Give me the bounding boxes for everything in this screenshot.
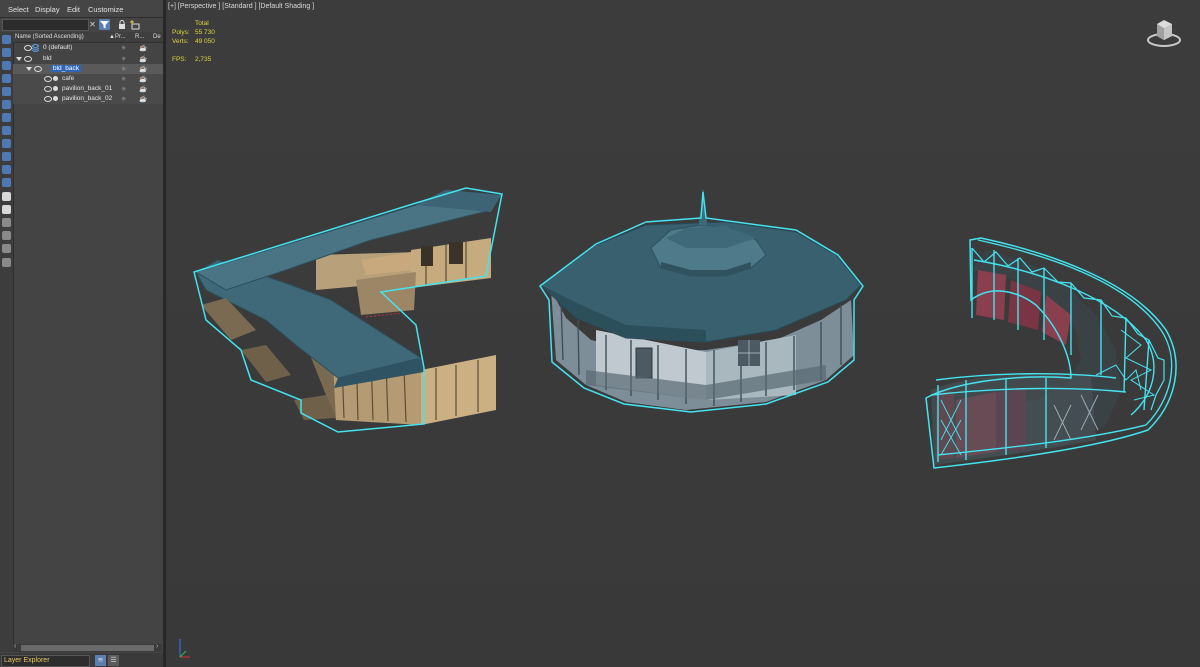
tree-row-object-pavilion-back-02[interactable]: pavilion_back_02 ✳ ☕	[13, 94, 163, 104]
tree-row-label: 0 (default)	[43, 44, 73, 51]
pavilion-back-01-model[interactable]	[538, 190, 864, 413]
display-invert-icon[interactable]	[2, 205, 11, 214]
sort-by-hierarchy-icon[interactable]: ☰	[108, 655, 119, 666]
object-dot-icon	[53, 86, 58, 91]
tree-row-label: cafe	[62, 75, 75, 82]
display-shapes-icon[interactable]	[2, 61, 11, 70]
display-xrefs-icon[interactable]	[2, 139, 11, 148]
column-primary[interactable]: Pr...	[115, 34, 126, 40]
explorer-toolbar	[0, 32, 14, 652]
snowflake-icon[interactable]: ✳	[121, 55, 126, 63]
tree-row-label: pavilion_back_02	[62, 95, 113, 102]
display-lights-icon[interactable]	[2, 74, 11, 83]
sync-selection-icon[interactable]	[2, 218, 11, 227]
eye-icon[interactable]	[24, 56, 32, 62]
display-frozen-icon[interactable]	[2, 178, 11, 187]
tree-row-object-pavilion-back-01[interactable]: pavilion_back_01 ✳ ☕	[13, 84, 163, 94]
teapot-icon[interactable]: ☕	[139, 95, 147, 103]
viewcube-icon[interactable]	[1146, 18, 1182, 50]
tree-row-object-cafe[interactable]: cafe ✳ ☕	[13, 74, 163, 84]
display-bones-icon[interactable]	[2, 152, 11, 161]
cafe-model[interactable]	[193, 187, 503, 433]
teapot-icon[interactable]: ☕	[139, 75, 147, 83]
column-name[interactable]: Name (Sorted Ascending)	[15, 34, 84, 40]
add-layer-icon[interactable]	[129, 19, 140, 30]
tree-row-label: bld	[43, 55, 52, 62]
tree-row-label: pavilion_back_01	[62, 85, 113, 92]
scene-render[interactable]	[166, 0, 1200, 667]
close-icon[interactable]: ✕	[87, 19, 98, 30]
tree-row-label: bld_back	[51, 65, 82, 72]
snowflake-icon[interactable]: ✳	[121, 44, 126, 52]
display-spacewarps-icon[interactable]	[2, 113, 11, 122]
eye-icon[interactable]	[34, 66, 42, 72]
lock-icon[interactable]	[116, 19, 127, 30]
display-cameras-icon[interactable]	[2, 87, 11, 96]
object-dot-icon	[53, 76, 58, 81]
scroll-right-icon[interactable]: ›	[156, 643, 158, 650]
search-input[interactable]	[2, 19, 89, 31]
pavilion-back-02-model[interactable]	[925, 237, 1177, 469]
display-geometry-icon[interactable]	[2, 48, 11, 57]
tree-row-layer-bld-back[interactable]: bld_back ✳ ☕	[13, 64, 163, 74]
menu-edit[interactable]: Edit	[67, 5, 80, 14]
scene-explorer-panel: Select Display Edit Customize ✕ Name (So…	[0, 0, 164, 667]
snowflake-icon[interactable]: ✳	[121, 75, 126, 83]
perspective-viewport[interactable]: [+] [Perspective ] [Standard ] [Default …	[166, 0, 1200, 667]
tree-row-layer-default[interactable]: 0 (default) ✳ ☕	[13, 43, 163, 53]
display-all-icon[interactable]	[2, 192, 11, 201]
eye-icon[interactable]	[44, 96, 52, 102]
column-render[interactable]: R...	[135, 34, 144, 40]
explorer-footer: Layer Explorer ≋ ☰	[0, 653, 163, 667]
column-display[interactable]: De	[153, 34, 161, 40]
filter-icon[interactable]	[2, 244, 11, 253]
object-dot-icon	[53, 96, 58, 101]
layer-tree: Name (Sorted Ascending) ▲ Pr... R... De …	[13, 32, 163, 642]
search-row: ✕	[0, 17, 163, 32]
column-header-row: Name (Sorted Ascending) ▲ Pr... R... De	[13, 32, 163, 43]
menu-display[interactable]: Display	[35, 5, 60, 14]
eye-icon[interactable]	[44, 86, 52, 92]
display-helpers-icon[interactable]	[2, 100, 11, 109]
snowflake-icon[interactable]: ✳	[121, 65, 126, 73]
display-containers-icon[interactable]	[2, 165, 11, 174]
layer-stack-icon	[32, 44, 39, 52]
snowflake-icon[interactable]: ✳	[121, 85, 126, 93]
teapot-icon[interactable]: ☕	[139, 85, 147, 93]
menu-customize[interactable]: Customize	[88, 5, 123, 14]
eye-icon[interactable]	[24, 45, 32, 51]
hierarchy-icon[interactable]	[2, 231, 11, 240]
triangle-down-icon[interactable]	[26, 67, 32, 71]
tree-row-layer-bld[interactable]: bld ✳ ☕	[13, 54, 163, 64]
menu-select[interactable]: Select	[8, 5, 29, 14]
teapot-icon[interactable]: ☕	[139, 65, 147, 73]
horizontal-scrollbar[interactable]: ‹ ›	[13, 643, 162, 652]
filter-icon[interactable]	[99, 19, 110, 30]
display-groups-icon[interactable]	[2, 126, 11, 135]
explorer-type-dropdown[interactable]: Layer Explorer	[1, 655, 90, 667]
triangle-down-icon[interactable]	[16, 57, 22, 61]
sort-by-layer-icon[interactable]: ≋	[95, 655, 106, 666]
explorer-menubar: Select Display Edit Customize	[0, 0, 163, 18]
eye-icon[interactable]	[44, 76, 52, 82]
teapot-icon[interactable]: ☕	[139, 55, 147, 63]
link-icon[interactable]	[2, 258, 11, 267]
scroll-left-icon[interactable]: ‹	[14, 643, 16, 650]
display-none-icon[interactable]	[2, 35, 11, 44]
snowflake-icon[interactable]: ✳	[121, 95, 126, 103]
teapot-icon[interactable]: ☕	[139, 44, 147, 52]
axis-gizmo-icon	[179, 639, 190, 658]
scrollbar-thumb[interactable]	[21, 645, 154, 651]
